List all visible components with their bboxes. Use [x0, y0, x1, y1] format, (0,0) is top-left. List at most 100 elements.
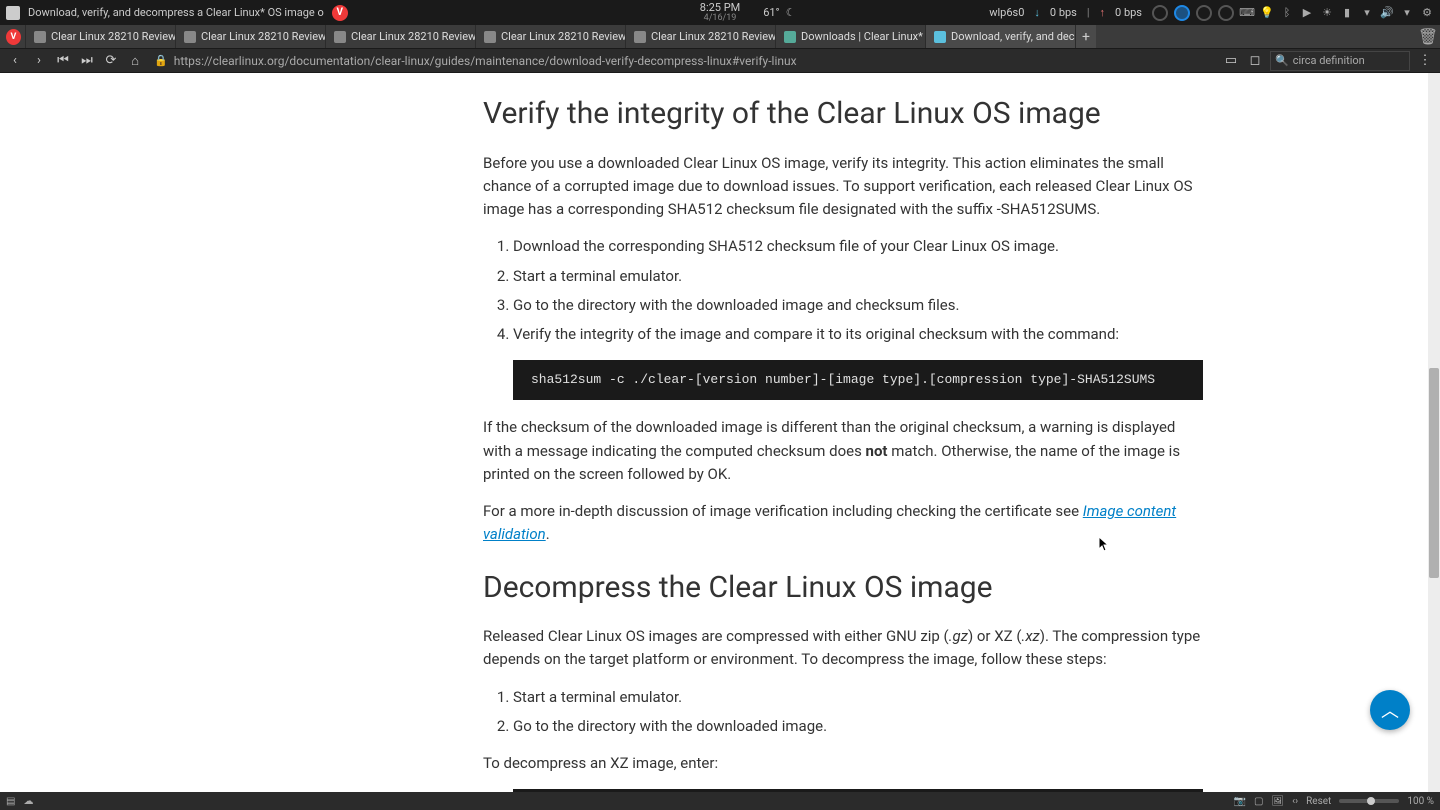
net-up: 0 bps: [1115, 6, 1142, 19]
image-toggle-icon[interactable]: 🖼: [1271, 796, 1284, 807]
home-button[interactable]: ⌂: [126, 52, 144, 70]
play-icon[interactable]: ▶: [1300, 6, 1314, 20]
fast-forward-button[interactable]: ⏭: [78, 52, 96, 70]
list-item: Go to the directory with the downloaded …: [513, 294, 1203, 317]
system-tray: ⌨ 💡 ᛒ ▶ ☀ ▮ ▾ 🔊 ▾ ⚙: [1152, 5, 1434, 21]
clock-date: 4/16/19: [704, 14, 737, 24]
net-down-icon: ↓: [1034, 6, 1040, 19]
closed-tabs-trash-icon[interactable]: 🗑: [1416, 25, 1440, 48]
tab-label: Downloads | Clear Linux*: [801, 30, 923, 43]
rewind-button[interactable]: ⏮: [54, 52, 72, 70]
favicon-icon: [34, 31, 46, 43]
network-interface: wlp6s0: [989, 6, 1024, 19]
battery-icon[interactable]: ▮: [1340, 6, 1354, 20]
url-field[interactable]: 🔒 https://clearlinux.org/documentation/c…: [150, 51, 1216, 71]
back-button[interactable]: ‹: [6, 52, 24, 70]
weather: 61° ☾: [763, 6, 797, 20]
paragraph: If the checksum of the downloaded image …: [483, 416, 1203, 486]
code-sha512sum: sha512sum -c ./clear-[version number]-[i…: [513, 360, 1203, 400]
tab[interactable]: Clear Linux 28210 Review: [26, 25, 176, 48]
system-topbar: Download, verify, and decompress a Clear…: [0, 0, 1440, 25]
tab-vivaldi-menu[interactable]: V: [2, 25, 26, 48]
search-placeholder: circa definition: [1293, 54, 1365, 67]
tab-label: Clear Linux 28210 Review: [501, 30, 626, 43]
temperature: 61°: [763, 6, 779, 19]
vivaldi-icon[interactable]: V: [332, 5, 348, 21]
address-bar: ‹ › ⏮ ⏭ ⟳ ⌂ 🔒 https://clearlinux.org/doc…: [0, 48, 1440, 73]
tab[interactable]: Clear Linux 28210 Review: [176, 25, 326, 48]
app-logo-icon: [6, 6, 20, 20]
tab-label: Clear Linux 28210 Review: [201, 30, 326, 43]
reader-icon[interactable]: ▭: [1222, 52, 1240, 70]
bookmark-icon[interactable]: ◻: [1246, 52, 1264, 70]
paragraph: For a more in-depth discussion of image …: [483, 500, 1203, 547]
favicon-icon: [634, 31, 646, 43]
vertical-scrollbar[interactable]: [1428, 73, 1440, 792]
tab-active[interactable]: Download, verify, and dec: [926, 25, 1076, 48]
volume-icon[interactable]: 🔊: [1380, 6, 1394, 20]
net-up-icon: ↑: [1100, 6, 1106, 19]
settings-gear-icon[interactable]: ⚙: [1420, 6, 1434, 20]
steps-decompress: Start a terminal emulator. Go to the dir…: [513, 686, 1203, 739]
keyboard-icon[interactable]: ⌨: [1240, 6, 1254, 20]
panel-toggle-icon[interactable]: ▤: [6, 796, 15, 807]
cloud-icon[interactable]: ☁: [23, 796, 33, 807]
page-content: Verify the integrity of the Clear Linux …: [0, 73, 1428, 792]
tab-label: Clear Linux 28210 Review: [351, 30, 476, 43]
reload-button[interactable]: ⟳: [102, 52, 120, 70]
tab[interactable]: Downloads | Clear Linux*: [776, 25, 926, 48]
tab-label: Clear Linux 28210 Review: [51, 30, 176, 43]
status-ring-icon[interactable]: [1218, 5, 1234, 21]
tab-label: Clear Linux 28210 Review: [651, 30, 776, 43]
scroll-to-top-button[interactable]: ︿: [1370, 690, 1410, 730]
heading-decompress: Decompress the Clear Linux OS image: [483, 565, 1203, 612]
favicon-icon: [784, 31, 796, 43]
tab-label: Download, verify, and dec: [951, 30, 1075, 43]
wifi-icon[interactable]: ▾: [1360, 6, 1374, 20]
zoom-level: 100 %: [1407, 796, 1434, 807]
favicon-icon: [484, 31, 496, 43]
heading-verify: Verify the integrity of the Clear Linux …: [483, 91, 1203, 138]
tile-icon[interactable]: ▢: [1254, 796, 1263, 807]
zoom-slider[interactable]: [1339, 799, 1399, 803]
tab[interactable]: Clear Linux 28210 Review: [326, 25, 476, 48]
list-item: Start a terminal emulator.: [513, 686, 1203, 709]
weather-icon: ☾: [784, 6, 798, 20]
search-icon: 🔍: [1275, 54, 1289, 67]
net-down: 0 bps: [1050, 6, 1077, 19]
status-bar: ▤ ☁ 📷 ▢ 🖼 ‹› Reset 100 %: [0, 792, 1440, 810]
zoom-slider-knob[interactable]: [1367, 797, 1375, 805]
list-item: Go to the directory with the downloaded …: [513, 715, 1203, 738]
clock: 8:25 PM 4/16/19: [700, 2, 740, 24]
lock-icon: 🔒: [154, 54, 168, 67]
status-ring-icon[interactable]: [1196, 5, 1212, 21]
zoom-reset[interactable]: Reset: [1306, 796, 1331, 807]
tab-strip: V Clear Linux 28210 Review Clear Linux 2…: [0, 25, 1440, 48]
scrollbar-thumb[interactable]: [1429, 368, 1439, 578]
subtext: To decompress an XZ image, enter:: [483, 752, 1203, 775]
forward-button[interactable]: ›: [30, 52, 48, 70]
list-item: Verify the integrity of the image and co…: [513, 323, 1203, 346]
brightness-icon[interactable]: ☀: [1320, 6, 1334, 20]
new-tab-button[interactable]: +: [1076, 25, 1096, 48]
status-ring-active-icon[interactable]: [1174, 5, 1190, 21]
tab[interactable]: Clear Linux 28210 Review: [476, 25, 626, 48]
camera-icon[interactable]: 📷: [1234, 796, 1246, 807]
status-ring-icon[interactable]: [1152, 5, 1168, 21]
bulb-icon[interactable]: 💡: [1260, 6, 1274, 20]
favicon-icon: [334, 31, 346, 43]
dropdown-icon[interactable]: ▾: [1400, 6, 1414, 20]
search-field[interactable]: 🔍 circa definition: [1270, 51, 1410, 71]
favicon-icon: [184, 31, 196, 43]
window-title: Download, verify, and decompress a Clear…: [28, 6, 324, 19]
paragraph: Before you use a downloaded Clear Linux …: [483, 152, 1203, 222]
tab[interactable]: Clear Linux 28210 Review: [626, 25, 776, 48]
bluetooth-icon[interactable]: ᛒ: [1280, 6, 1294, 20]
favicon-icon: [934, 31, 946, 43]
paragraph: Released Clear Linux OS images are compr…: [483, 625, 1203, 672]
url-text: https://clearlinux.org/documentation/cle…: [174, 54, 1212, 68]
code-icon[interactable]: ‹›: [1292, 796, 1298, 807]
steps-verify: Download the corresponding SHA512 checks…: [513, 235, 1203, 346]
list-item: Start a terminal emulator.: [513, 265, 1203, 288]
menu-kebab-icon[interactable]: ⋮: [1416, 52, 1434, 70]
